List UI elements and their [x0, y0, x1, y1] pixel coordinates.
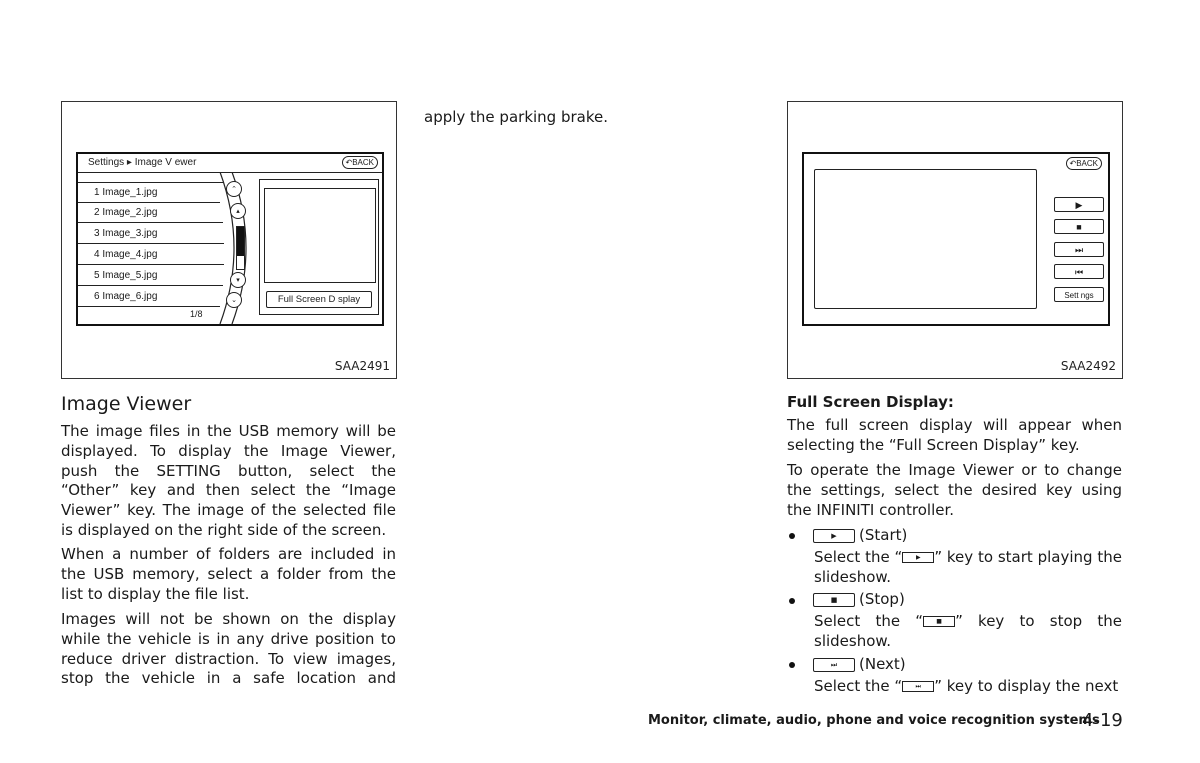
file-list-item[interactable]: 6 Image_6.jpg [78, 287, 220, 307]
figure-code: SAA2492 [1060, 359, 1116, 373]
stop-button[interactable]: ■ [1054, 219, 1104, 234]
bullet-title-stop: ■ (Stop) [813, 590, 905, 608]
page-number: 4-19 [1082, 710, 1123, 731]
page-indicator: 1/8 [190, 309, 203, 319]
scrollbar-thumb[interactable] [237, 227, 244, 256]
file-list-item[interactable]: 5 Image_5.jpg [78, 266, 223, 286]
paragraph: To operate the Image Viewer or to change… [787, 461, 1122, 519]
scroll-down-icon: ▾ [236, 276, 240, 284]
screen-image-viewer: Settings ▸ Image V ewer ↶BACK 1 Image_1.… [76, 152, 384, 326]
play-key-inline-icon: ▶ [902, 552, 935, 563]
file-list: 1 Image_1.jpg 2 Image_2.jpg 3 Image_3.jp… [78, 182, 224, 309]
stop-key-icon: ■ [813, 592, 855, 607]
page-up-icon: ⌃ [231, 185, 237, 193]
bullet-description: Select the “⏭” key to display the next [814, 677, 1119, 695]
back-button[interactable]: ↶BACK [341, 156, 378, 169]
back-button[interactable]: ↶BACK [1065, 157, 1102, 170]
control-buttons: ▶ ■ ⏭ ⏮ Sett ngs [1054, 197, 1106, 307]
scrollbar[interactable] [236, 226, 245, 270]
bullet [789, 598, 795, 604]
stop-key-inline-icon: ■ [923, 616, 956, 627]
file-list-item[interactable]: 1 Image_1.jpg [78, 183, 220, 203]
bullet-title-next: ⏭ (Next) [813, 655, 906, 673]
next-icon: ⏭ [1074, 245, 1084, 255]
play-key-icon: ▶ [813, 528, 855, 543]
scroll-down-button[interactable]: ▾ [230, 272, 246, 288]
section-heading: Image Viewer [61, 393, 192, 415]
scroll-up-button[interactable]: ▴ [230, 203, 246, 219]
paragraph: The image files in the USB memory will b… [61, 422, 396, 539]
figure-full-screen-display: ↶BACK ▶ ■ ⏭ ⏮ Sett ngs SAA2492 [787, 101, 1123, 379]
bullet-description: Select the “■” key to stop the slideshow… [814, 612, 1122, 650]
previous-icon: ⏮ [1074, 267, 1084, 277]
screen-full-screen: ↶BACK ▶ ■ ⏭ ⏮ Sett ngs [802, 152, 1110, 326]
paragraph: When a number of folders are included in… [61, 545, 396, 603]
file-list-item[interactable]: 3 Image_3.jpg [78, 224, 224, 244]
next-key-icon: ⏭ [813, 657, 855, 672]
page-down-icon: ⌄ [231, 296, 237, 304]
file-list-item[interactable]: 4 Image_4.jpg [78, 245, 224, 265]
bullet [789, 662, 795, 668]
previous-button[interactable]: ⏮ [1054, 264, 1104, 279]
next-button[interactable]: ⏭ [1054, 242, 1104, 257]
image-preview [264, 188, 376, 283]
paragraph-continued: apply the parking brake. [424, 108, 608, 126]
breadcrumb: Settings ▸ Image V ewer [88, 157, 197, 168]
bullet-title-start: ▶ (Start) [813, 526, 907, 544]
stop-icon: ■ [1076, 222, 1082, 232]
play-button[interactable]: ▶ [1054, 197, 1104, 212]
page-down-button[interactable]: ⌄ [226, 292, 242, 308]
figure-code: SAA2491 [334, 359, 390, 373]
page-up-button[interactable]: ⌃ [226, 181, 242, 197]
preview-panel: Full Screen D splay [259, 179, 379, 315]
paragraph: The full screen display will appear when… [787, 416, 1122, 454]
figure-image-viewer-list: Settings ▸ Image V ewer ↶BACK 1 Image_1.… [61, 101, 397, 379]
file-list-item[interactable]: 2 Image_2.jpg [78, 203, 223, 223]
play-icon: ▶ [1075, 200, 1083, 210]
bullet-description: Select the “▶” key to start playing the … [814, 548, 1123, 586]
footer-section-title: Monitor, climate, audio, phone and voice… [648, 713, 1100, 728]
full-screen-display-button[interactable]: Full Screen D splay [266, 291, 372, 308]
full-screen-image [814, 169, 1037, 309]
bullet [789, 533, 795, 539]
settings-button[interactable]: Sett ngs [1054, 287, 1104, 302]
next-key-inline-icon: ⏭ [902, 681, 935, 692]
subsection-heading: Full Screen Display: [787, 393, 954, 411]
paragraph: Images will not be shown on the display … [61, 610, 396, 688]
scroll-up-icon: ▴ [236, 207, 240, 215]
